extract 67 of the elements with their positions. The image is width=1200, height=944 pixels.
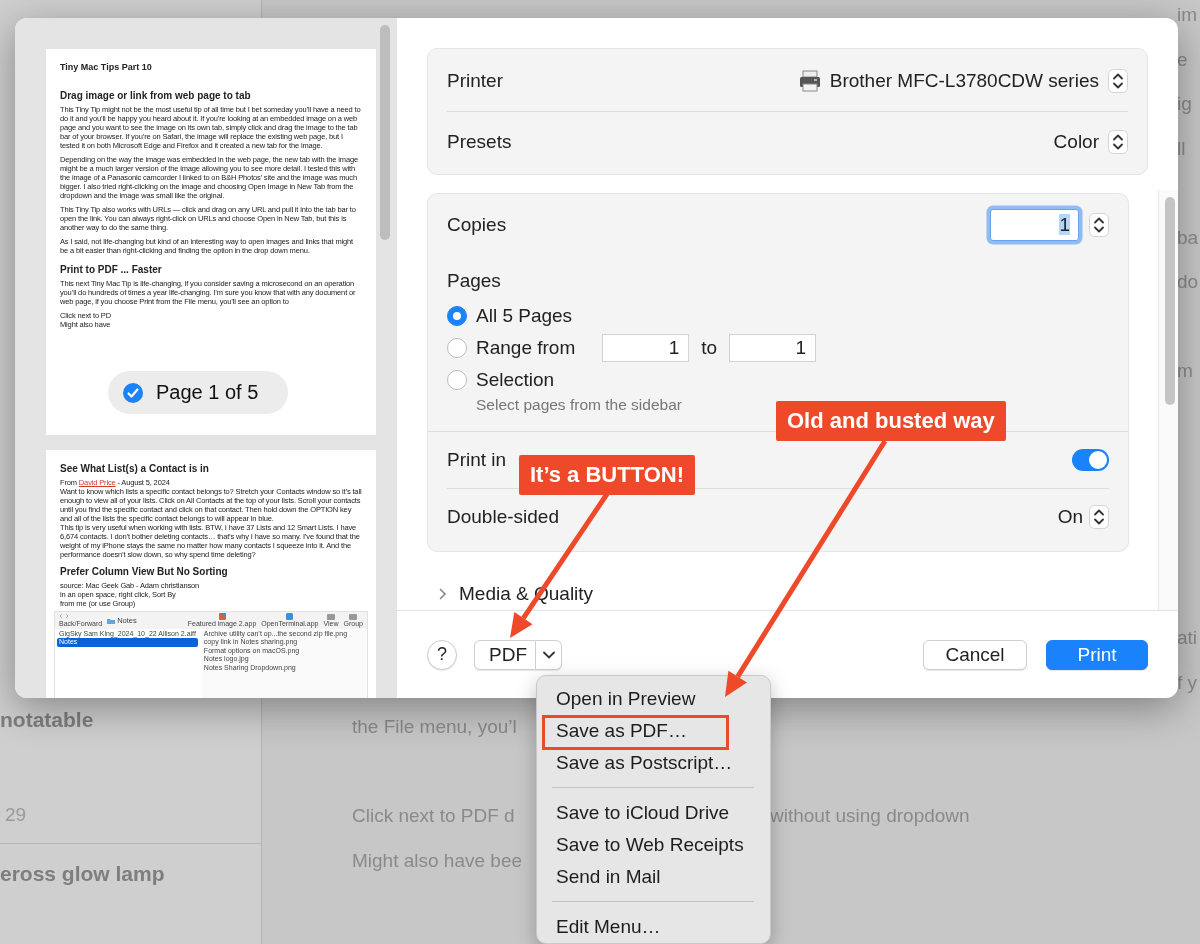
- scrollbar-thumb[interactable]: [1165, 197, 1175, 405]
- page-heading: Prefer Column View But No Sorting: [60, 565, 229, 578]
- stepper-icon: [1108, 130, 1128, 154]
- menu-item[interactable]: Save as Postscript…: [542, 747, 765, 779]
- callout-label: It’s a BUTTON!: [519, 455, 695, 495]
- note-text: ati: [1177, 626, 1198, 650]
- callout-label: Old and busted way: [776, 401, 1006, 441]
- presets-label: Presets: [447, 131, 512, 153]
- back-forward-icon: [59, 613, 69, 620]
- help-button[interactable]: ?: [427, 639, 457, 670]
- menu-item[interactable]: Open in Preview: [542, 683, 765, 715]
- note-text: m: [1177, 359, 1193, 383]
- printer-icon: [798, 70, 821, 92]
- copies-label: Copies: [447, 214, 507, 236]
- range-to-label: to: [701, 337, 718, 359]
- radio-button[interactable]: [447, 338, 467, 358]
- note-text: do: [1177, 270, 1199, 294]
- option-label: Range from: [476, 337, 576, 359]
- page-title: Tiny Mac Tips Part 10: [60, 61, 153, 73]
- stepper-icon: [1108, 69, 1128, 93]
- printer-label: Printer: [447, 70, 503, 92]
- folder-icon: [107, 617, 116, 624]
- toolbar-icon: [349, 613, 358, 620]
- option-label: Selection: [476, 369, 555, 391]
- document-page[interactable]: [46, 49, 376, 435]
- page-heading: Print to PDF ... Faster: [60, 263, 163, 276]
- scrollbar-thumb[interactable]: [380, 25, 390, 240]
- toggle-switch[interactable]: [1072, 449, 1109, 471]
- pages-label: Pages: [447, 269, 501, 293]
- menu-item[interactable]: Save as PDF…: [542, 715, 765, 747]
- presets-select[interactable]: Color: [1053, 112, 1128, 172]
- copies-field[interactable]: 1: [990, 209, 1079, 241]
- print-button[interactable]: Print: [1046, 639, 1148, 670]
- hint-text: Select pages from the sidebar: [476, 396, 682, 414]
- stepper-icon: [1089, 505, 1109, 529]
- app-icon: [286, 613, 294, 621]
- double-sided-label: Double-sided: [447, 506, 559, 528]
- menu-item[interactable]: Edit Menu…: [542, 911, 765, 943]
- note-text: Might also have bee: [352, 848, 523, 873]
- note-text: Click next to PDF d: [352, 804, 515, 828]
- double-sided-select[interactable]: On: [1057, 505, 1109, 529]
- printer-select[interactable]: Brother MFC-L3780CDW series: [798, 51, 1128, 111]
- pdf-button[interactable]: PDF: [474, 639, 536, 670]
- color-label: Print in: [447, 449, 507, 471]
- cancel-button[interactable]: Cancel: [923, 639, 1027, 670]
- menu-item[interactable]: Send in Mail: [542, 861, 765, 893]
- radio-button[interactable]: [447, 370, 467, 390]
- stepper-icon: [1089, 213, 1109, 237]
- option-label: All 5 Pages: [476, 305, 573, 327]
- page-heading: Drag image or link from web page to tab: [60, 89, 252, 102]
- app-icon: [218, 613, 226, 621]
- radio-button[interactable]: [447, 306, 467, 326]
- menu-item[interactable]: Save to iCloud Drive: [542, 797, 765, 829]
- note-text: without using dropdown: [770, 804, 970, 828]
- note-text: the File menu, you’l: [352, 715, 517, 739]
- menu-item[interactable]: Save to Web Receipts: [542, 829, 765, 861]
- note-text: im: [1177, 3, 1198, 27]
- toolbar-icon: [327, 613, 335, 620]
- note-text: ba: [1177, 225, 1199, 250]
- caret-icon: [542, 650, 555, 659]
- badge-label: Page 1 of 5: [156, 381, 259, 404]
- pdf-menu-button[interactable]: [536, 639, 562, 670]
- range-from-field[interactable]: 1: [602, 334, 690, 362]
- page-heading: See What List(s) a Contact is in: [60, 462, 210, 475]
- scrollbar-track[interactable]: [1158, 190, 1178, 610]
- range-to-field[interactable]: 1: [729, 334, 817, 362]
- document-page[interactable]: [46, 450, 376, 698]
